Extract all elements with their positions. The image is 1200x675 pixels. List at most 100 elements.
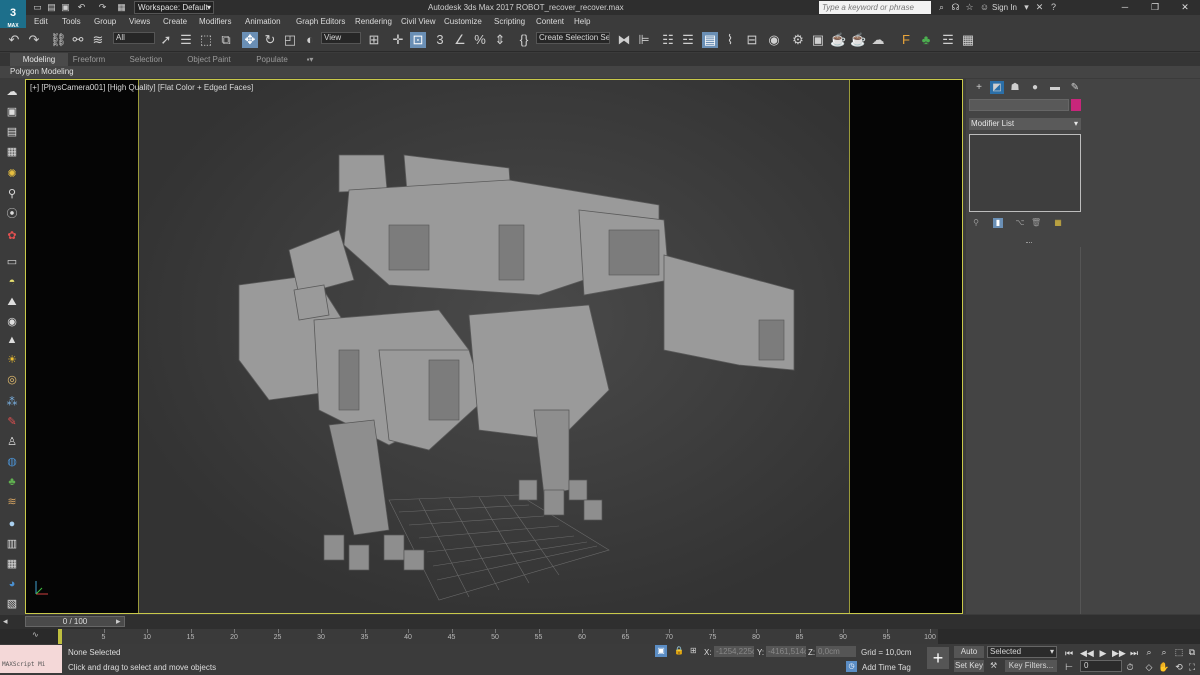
x-coordinate-field[interactable]: -1254,225c (714, 646, 754, 657)
hair-icon[interactable]: ≋ (4, 494, 20, 510)
maximize-viewport-icon[interactable]: ⛶ (1186, 661, 1198, 673)
tab-object-paint[interactable]: Object Paint (182, 53, 236, 66)
menu-help[interactable]: Help (574, 15, 590, 28)
sphere-icon[interactable]: ◓ (4, 274, 20, 290)
box-icon[interactable]: ▣ (4, 104, 20, 120)
utilities-icon[interactable]: ▧ (4, 596, 20, 612)
viewport-perspective[interactable]: [+] [PhysCamera001] [High Quality] [Flat… (25, 79, 963, 614)
time-slider[interactable]: 0 / 100 (25, 616, 125, 627)
menu-views[interactable]: Views (129, 15, 150, 28)
select-and-rotate-icon[interactable]: ↻ (262, 32, 278, 48)
light-bulb-icon[interactable]: ✺ (4, 166, 20, 182)
search-icon[interactable]: ⌕ (936, 2, 947, 13)
save-file-icon[interactable]: ▣ (60, 2, 71, 13)
key-mode-toggle-icon[interactable]: ⊢ (1063, 661, 1075, 673)
character-icon[interactable]: ♙ (4, 434, 20, 450)
select-object-icon[interactable]: ➚ (158, 32, 174, 48)
key-selection-dropdown[interactable]: Selected ▾ (987, 646, 1057, 658)
favorites-icon[interactable]: ☆ (964, 2, 975, 13)
space-warps-icon[interactable]: ⦿ (4, 206, 20, 222)
time-tag-icon[interactable]: ◷ (846, 661, 857, 672)
keyboard-shortcut-override-icon[interactable]: ⊡ (410, 32, 426, 48)
track-right-arrow-icon[interactable]: ▸ (116, 616, 121, 627)
configure-modifier-sets-icon[interactable]: ▦ (1053, 218, 1063, 228)
sign-in-link[interactable]: Sign In (992, 0, 1017, 15)
tab-freeform[interactable]: Freeform (68, 53, 110, 66)
maximize-button[interactable]: ❐ (1144, 0, 1166, 15)
mirror-icon[interactable]: ⧓ (616, 32, 632, 48)
tab-populate[interactable]: Populate (250, 53, 294, 66)
spinner-snap-icon[interactable]: ⇕ (492, 32, 508, 48)
viewport-label[interactable]: [+] [PhysCamera001] [High Quality] [Flat… (30, 83, 253, 92)
menu-customize[interactable]: Customize (444, 15, 482, 28)
grid-icon[interactable]: ▦ (4, 144, 20, 160)
menu-civil-view[interactable]: Civil View (401, 15, 436, 28)
systems-icon[interactable]: ✿ (4, 228, 20, 244)
curve-toggle-icon[interactable]: ∿ (32, 630, 39, 639)
close-button[interactable]: ✕ (1174, 0, 1196, 15)
user-icon[interactable]: ☺ (979, 2, 990, 13)
set-key-button[interactable]: Set Key (954, 660, 984, 672)
plane-icon[interactable]: ▭ (4, 254, 20, 270)
auto-key-button[interactable]: Auto Key (954, 646, 984, 668)
timeline-track[interactable]: 5 10 15 20 25 30 35 40 45 50 55 60 65 70 75 80 85 90 95 100 (58, 629, 938, 644)
maxscript-listener[interactable]: MAXScript Mi (0, 645, 62, 673)
new-file-icon[interactable]: ▭ (32, 2, 43, 13)
angle-snap-icon[interactable]: ∠ (452, 32, 468, 48)
menu-animation[interactable]: Animation (245, 15, 281, 28)
create-tab-icon[interactable]: + (972, 81, 986, 94)
daylight-icon[interactable]: ◎ (4, 372, 20, 388)
modify-tab-icon[interactable]: ◩ (990, 81, 1004, 94)
time-configuration-icon[interactable]: ⏱ (1124, 661, 1136, 673)
minimize-button[interactable]: ─ (1114, 0, 1136, 15)
zoom-extents-icon[interactable]: ⬚ (1173, 646, 1185, 658)
globe-icon[interactable]: ◍ (4, 454, 20, 470)
display-tab-icon[interactable]: ▬ (1048, 81, 1062, 94)
isolate-selection-icon[interactable]: ▣ (655, 645, 667, 657)
redo-icon[interactable]: ↷ (97, 2, 108, 13)
window-crossing-icon[interactable]: ⧉ (218, 32, 234, 48)
unlink-icon[interactable]: ⚯ (70, 32, 86, 48)
communication-center-icon[interactable]: ☊ (950, 2, 961, 13)
current-frame-field[interactable]: 0 (1080, 660, 1122, 672)
terrain-icon[interactable]: ⛰ (4, 294, 20, 310)
modifier-list-dropdown[interactable]: Modifier List ▾ (969, 118, 1081, 130)
menu-create[interactable]: Create (163, 15, 187, 28)
render-production-icon[interactable]: ☕ (830, 32, 846, 48)
tab-modeling[interactable]: Modeling (10, 53, 68, 66)
workspace-dropdown[interactable]: Workspace: Default ▾ (134, 1, 214, 14)
time-cursor[interactable] (58, 629, 62, 644)
sun-icon[interactable]: ☀ (4, 352, 20, 368)
material-editor-icon[interactable]: ◉ (766, 32, 782, 48)
scene-states-icon[interactable]: ▦ (4, 556, 20, 572)
robot-mesh-render[interactable] (139, 80, 851, 613)
ribbon-toggle-icon[interactable]: ▤ (702, 32, 718, 48)
orbit-icon[interactable]: ⟲ (1173, 661, 1185, 673)
link-icon[interactable]: ⛓ (50, 32, 67, 48)
field-of-view-icon[interactable]: ◇ (1143, 661, 1155, 673)
z-coordinate-field[interactable]: 0,0cm (816, 646, 856, 657)
material-sphere-icon[interactable]: ● (4, 516, 20, 532)
select-and-place-icon[interactable]: ◐ (302, 32, 318, 48)
open-file-icon[interactable]: ▤ (46, 2, 57, 13)
zoom-icon[interactable]: ⌕ (1143, 646, 1155, 658)
scene-explorer-icon[interactable]: ☷ (660, 32, 676, 48)
key-filters-button[interactable]: Key Filters... (1005, 660, 1057, 672)
select-manipulate-icon[interactable]: ✛ (390, 32, 406, 48)
zoom-all-icon[interactable]: ⌕ (1158, 646, 1170, 658)
render-iterative-icon[interactable]: ☕ (850, 32, 866, 48)
align-icon[interactable]: ⊫ (636, 32, 652, 48)
redo-icon[interactable]: ↷ (26, 32, 42, 48)
menu-modifiers[interactable]: Modifiers (199, 15, 231, 28)
pin-stack-icon[interactable]: ⚲ (971, 218, 981, 228)
reference-coordinate-dropdown[interactable]: View (321, 32, 361, 44)
render-setup-icon[interactable]: ⚙ (790, 32, 806, 48)
edit-named-selection-icon[interactable]: {} (516, 32, 532, 48)
select-and-scale-icon[interactable]: ◰ (282, 32, 298, 48)
zoom-extents-all-icon[interactable]: ⧉ (1186, 646, 1198, 658)
absolute-mode-icon[interactable]: ⊞ (690, 646, 697, 655)
particles-icon[interactable]: ⁂ (4, 394, 20, 410)
exchange-apps-icon[interactable]: ✕ (1034, 2, 1045, 13)
utilities-tab-icon[interactable]: ✎ (1068, 81, 1082, 94)
rendered-frame-window-icon[interactable]: ▣ (810, 32, 826, 48)
